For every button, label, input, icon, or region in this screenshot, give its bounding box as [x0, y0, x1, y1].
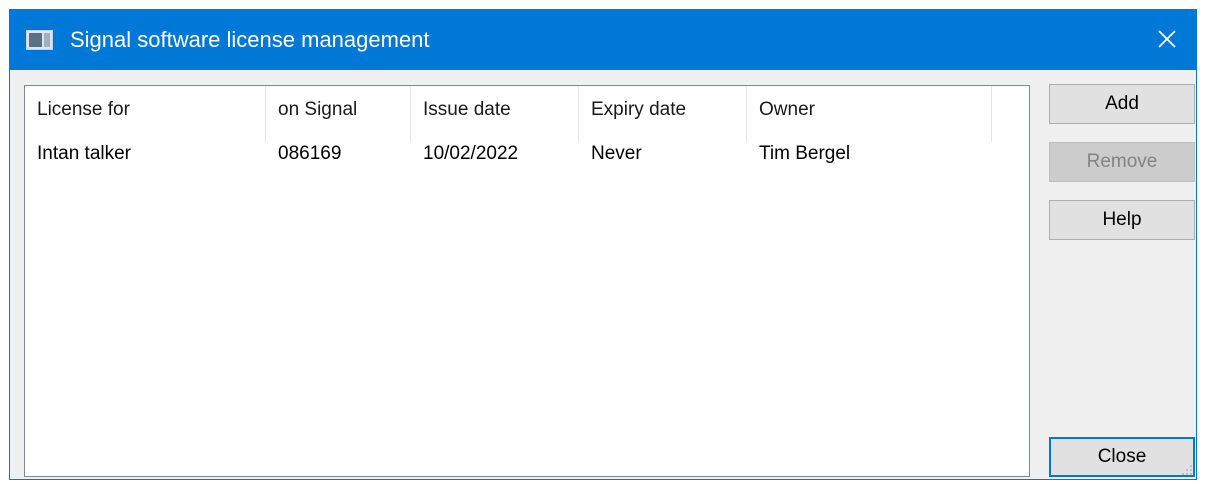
- cell-on-signal: 086169: [278, 143, 342, 164]
- cell-owner: Tim Bergel: [759, 143, 851, 164]
- add-button[interactable]: Add: [1049, 84, 1195, 124]
- column-header-license-for[interactable]: License for: [25, 86, 266, 142]
- remove-button: Remove: [1049, 142, 1195, 182]
- resize-grip-icon[interactable]: [1182, 465, 1194, 477]
- cell-expiry-date: Never: [591, 143, 642, 164]
- column-header-issue-date[interactable]: Issue date: [411, 86, 579, 142]
- license-list[interactable]: License for on Signal Issue date Expiry …: [24, 85, 1030, 477]
- list-header: License for on Signal Issue date Expiry …: [25, 86, 992, 142]
- close-icon: [1158, 30, 1176, 48]
- cell-issue-date: 10/02/2022: [423, 143, 519, 164]
- column-header-owner[interactable]: Owner: [747, 86, 992, 142]
- close-button[interactable]: Close: [1049, 437, 1195, 477]
- list-item[interactable]: Intan talker 086169 10/02/2022 Never Tim…: [25, 138, 992, 170]
- app-icon-pane-right: [44, 33, 50, 47]
- title-bar[interactable]: Signal software license management: [10, 10, 1196, 70]
- license-dialog: Signal software license management Licen…: [9, 9, 1197, 480]
- app-window-icon: [26, 30, 53, 50]
- close-window-button[interactable]: [1144, 16, 1190, 62]
- window-title: Signal software license management: [70, 27, 430, 52]
- column-header-on-signal[interactable]: on Signal: [266, 86, 411, 142]
- app-icon-pane-left: [29, 33, 42, 47]
- cell-license-for: Intan talker: [37, 143, 131, 164]
- help-button[interactable]: Help: [1049, 200, 1195, 240]
- column-header-expiry-date[interactable]: Expiry date: [579, 86, 747, 142]
